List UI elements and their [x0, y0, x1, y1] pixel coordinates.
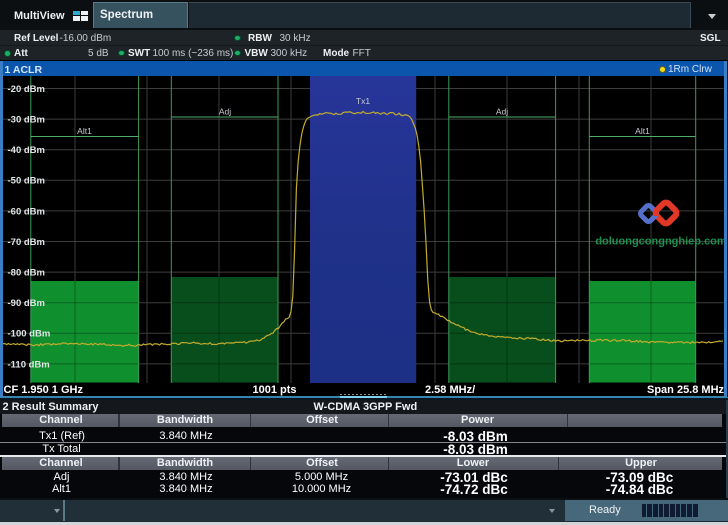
svg-text:-30 dBm: -30 dBm	[8, 115, 45, 126]
svg-text:Adj: Adj	[496, 107, 508, 117]
svg-text:-100 dBm: -100 dBm	[8, 329, 51, 340]
svg-text:-20 dBm: -20 dBm	[8, 84, 45, 95]
svg-text:-70 dBm: -70 dBm	[8, 237, 45, 248]
svg-text:doluongcongnghiep.com: doluongcongnghiep.com	[595, 236, 727, 248]
svg-text:-60 dBm: -60 dBm	[8, 206, 45, 217]
svg-text:-50 dBm: -50 dBm	[8, 176, 45, 187]
svg-text:Alt1: Alt1	[635, 126, 650, 136]
svg-text:Tx1: Tx1	[356, 96, 370, 106]
svg-text:Adj: Adj	[219, 107, 231, 117]
svg-text:-40 dBm: -40 dBm	[8, 145, 45, 156]
svg-text:-80 dBm: -80 dBm	[8, 268, 45, 279]
svg-text:Alt1: Alt1	[77, 126, 92, 136]
svg-text:-110 dBm: -110 dBm	[8, 359, 50, 370]
svg-text:-90 dBm: -90 dBm	[8, 298, 45, 309]
